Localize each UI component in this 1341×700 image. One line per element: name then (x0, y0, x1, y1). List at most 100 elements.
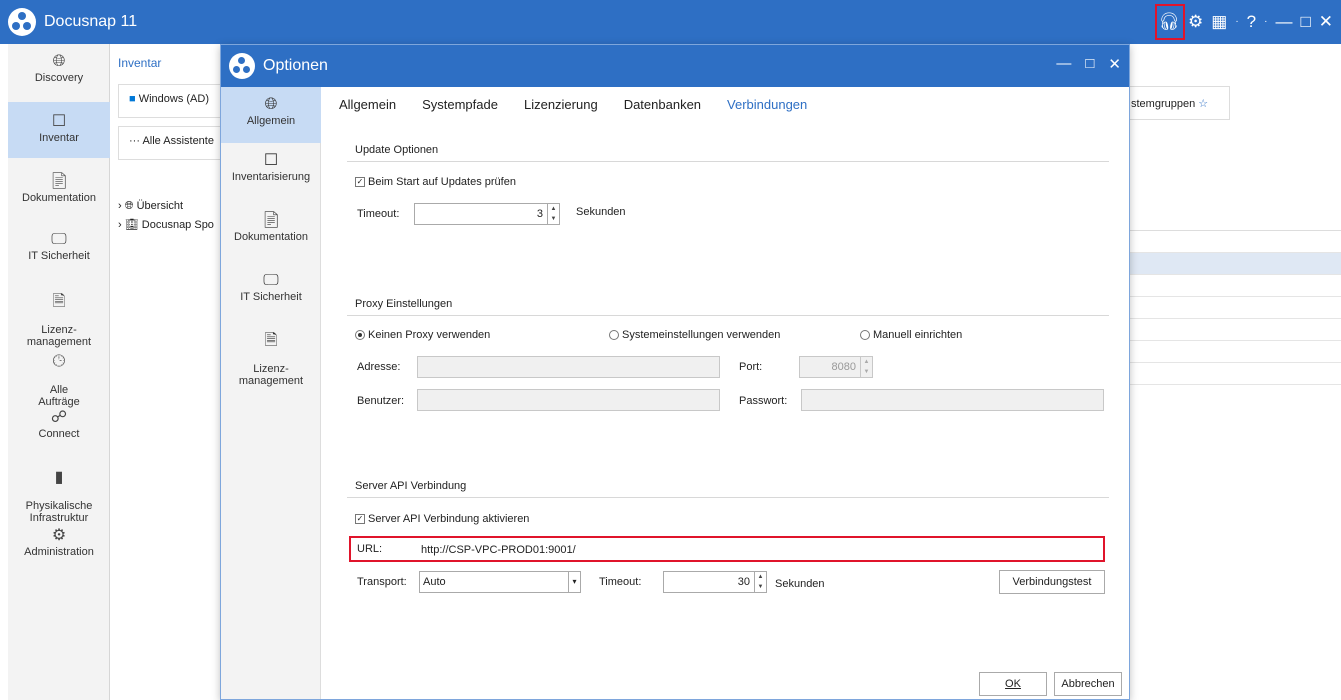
proxy-password-label: Passwort: (739, 395, 788, 407)
proxy-user-label: Benutzer: (357, 395, 405, 407)
dialog-nav-lizenzmanagement[interactable]: 🗎︎ Lizenz- management (221, 319, 321, 387)
docusnap-logo-icon (229, 53, 255, 79)
background-table (1120, 230, 1341, 390)
nav-item-lizenzmanagement[interactable]: 🗎︎ Lizenz- management (8, 280, 110, 348)
server-api-timeout-stepper[interactable]: 30 ▲ ▼ (663, 571, 767, 593)
update-check-checkbox[interactable]: ✓ Beim Start auf Updates prüfen (355, 176, 516, 188)
dialog-nav-it-sicherheit[interactable]: 🖵︎ IT Sicherheit (221, 271, 321, 317)
table-row (1120, 319, 1341, 341)
radio-unselected-icon (609, 330, 619, 340)
proxy-port-stepper[interactable]: 8080 ▲ ▼ (799, 356, 873, 378)
transport-select[interactable]: Auto ▾ (419, 571, 581, 593)
maximize-icon[interactable]: □ (1300, 8, 1310, 36)
cancel-button[interactable]: Abbrechen (1054, 672, 1122, 696)
license-icon: 🗎︎ (264, 332, 278, 349)
section-divider (347, 161, 1109, 162)
docusnap-logo-icon (8, 8, 36, 36)
table-row (1120, 253, 1341, 275)
proxy-user-field[interactable] (417, 389, 720, 411)
minimize-icon[interactable]: — (1056, 55, 1071, 73)
help-icon[interactable]: ? (1247, 8, 1256, 36)
radio-selected-icon (355, 330, 365, 340)
nav-label: Administration (24, 546, 94, 558)
section-divider (347, 315, 1109, 316)
wizard-card-systemgruppen[interactable]: stemgruppen ☆ (1126, 86, 1230, 120)
proxy-system-radio[interactable]: Systemeinstellungen verwenden (609, 329, 780, 341)
app-title: Docusnap 11 (44, 13, 138, 30)
tab-allgemein[interactable]: Allgemein (339, 97, 396, 112)
nav-label: Dokumentation (234, 231, 308, 243)
table-row (1120, 275, 1341, 297)
tree-item-uebersicht[interactable]: › 🌐︎ Übersicht (118, 200, 183, 213)
options-dialog: Optionen — □ ✕ 🌐︎ Allgemein ☐ Inventaris… (220, 44, 1130, 700)
app-titlebar: Docusnap 11 🎧︎ ⚙ ▦ · ? · — □ ✕ (0, 0, 1341, 44)
gear-highlight-box (1155, 4, 1185, 40)
nav-item-discovery[interactable]: 🌐︎ Discovery (8, 52, 110, 102)
radio-label: Keinen Proxy verwenden (368, 329, 491, 341)
tree-label: Docusnap Spo (141, 219, 214, 231)
nav-item-alle-auftraege[interactable]: 🕒︎ Alle Aufträge (8, 340, 110, 408)
dialog-titlebar[interactable]: Optionen — □ ✕ (221, 45, 1129, 87)
tab-lizenzierung[interactable]: Lizenzierung (524, 97, 598, 112)
update-timeout-stepper[interactable]: 3 ▲ ▼ (414, 203, 560, 225)
dialog-nav-allgemein[interactable]: 🌐︎ Allgemein (221, 87, 321, 143)
proxy-none-radio[interactable]: Keinen Proxy verwenden (355, 329, 490, 341)
dialog-nav-dokumentation[interactable]: 📄︎ Dokumentation (221, 211, 321, 257)
server-icon: ▮ (54, 469, 64, 486)
nav-label: Discovery (34, 72, 84, 84)
dialog-nav-inventarisierung[interactable]: ☐ Inventarisierung (221, 151, 321, 197)
radio-label: Systemeinstellungen verwenden (622, 329, 781, 341)
license-icon: 🗎︎ (52, 293, 66, 310)
connection-test-button[interactable]: Verbindungstest (999, 570, 1105, 594)
wizard-card-all[interactable]: ··· Alle Assistente (118, 126, 230, 160)
nav-item-connect[interactable]: ☍ Connect (8, 408, 110, 448)
section-divider (347, 497, 1109, 498)
tree-label: Übersicht (136, 200, 184, 212)
tab-verbindungen[interactable]: Verbindungen (727, 97, 807, 112)
documentation-icon: 📄︎ (260, 212, 282, 229)
proxy-password-field[interactable] (801, 389, 1104, 411)
building-icon: 🏢︎ (124, 219, 139, 231)
inventory-icon: ☐ (263, 152, 279, 169)
dialog-window-controls: — □ ✕ (1056, 55, 1121, 73)
chevron-down-icon[interactable]: · (1264, 8, 1267, 36)
minimize-icon[interactable]: — (1275, 8, 1292, 36)
tab-datenbanken[interactable]: Datenbanken (624, 97, 701, 112)
nav-item-dokumentation[interactable]: 📄︎ Dokumentation (8, 172, 110, 218)
tab-systempfade[interactable]: Systempfade (422, 97, 498, 112)
spin-arrows-icon[interactable]: ▲ ▼ (547, 204, 559, 224)
nav-item-inventar[interactable]: ☐ Inventar (8, 102, 110, 158)
spin-arrows-icon[interactable]: ▲ ▼ (860, 357, 872, 377)
documentation-icon: 📄︎ (48, 173, 70, 190)
close-icon[interactable]: ✕ (1319, 8, 1333, 36)
nav-label: Physikalische Infrastruktur (25, 500, 93, 524)
wizard-card-windows[interactable]: ■ Windows (AD) (118, 84, 230, 118)
proxy-address-label: Adresse: (357, 361, 401, 373)
star-icon[interactable]: ☆ (1198, 98, 1208, 110)
proxy-manual-radio[interactable]: Manuell einrichten (860, 329, 962, 341)
gear-icon[interactable]: ⚙ (1188, 8, 1203, 36)
dialog-title: Optionen (263, 57, 328, 74)
nav-item-it-sicherheit[interactable]: 🖵︎ IT Sicherheit (8, 230, 110, 276)
server-api-checkbox[interactable]: ✓ Server API Verbindung aktivieren (355, 513, 529, 525)
chevron-right-icon: › (118, 200, 122, 212)
chevron-down-icon[interactable]: ▾ (568, 572, 580, 592)
spin-arrows-icon[interactable]: ▲ ▼ (754, 572, 766, 592)
checkbox-checked-icon: ✓ (355, 514, 365, 524)
nav-item-administration[interactable]: ⚙ Administration (8, 526, 110, 566)
maximize-icon[interactable]: □ (1085, 55, 1094, 73)
nav-item-physikalische-infrastruktur[interactable]: ▮ Physikalische Infrastruktur (8, 456, 110, 524)
tab-inventar[interactable]: Inventar (118, 56, 161, 70)
globe-icon: 🌐︎ (52, 53, 66, 70)
toolbar-icon[interactable]: ▦ (1211, 8, 1227, 36)
ok-button[interactable]: OK (979, 672, 1047, 696)
close-icon[interactable]: ✕ (1108, 55, 1121, 73)
chevron-down-icon[interactable]: · (1235, 8, 1238, 36)
checkbox-label: Beim Start auf Updates prüfen (368, 176, 516, 188)
proxy-address-field[interactable] (417, 356, 720, 378)
update-timeout-label: Timeout: (357, 208, 400, 220)
tree-item-docusnap-sports[interactable]: › 🏢︎ Docusnap Spo (118, 218, 214, 231)
stepper-value: 3 (536, 208, 543, 220)
globe-icon: 🌐︎ (264, 96, 278, 113)
inventory-icon: ☐ (51, 113, 67, 130)
